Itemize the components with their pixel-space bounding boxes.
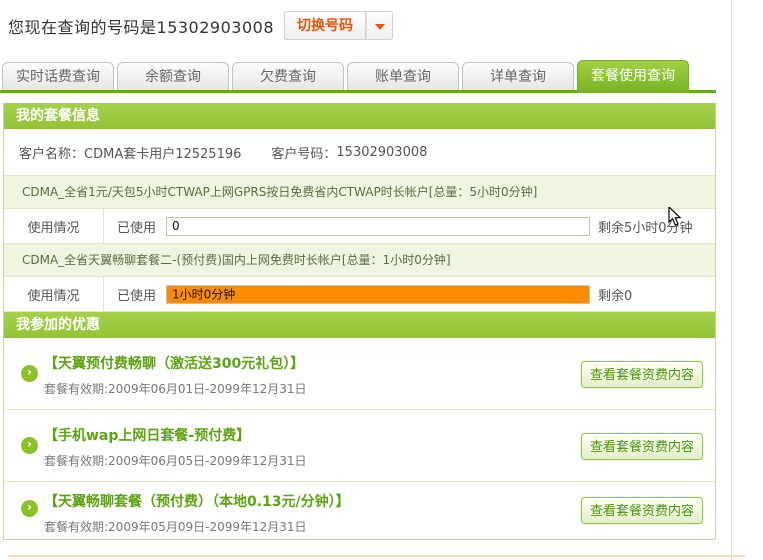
tab-bill[interactable]: 账单查询 xyxy=(347,62,459,90)
usage-used-value: 0 xyxy=(172,219,180,233)
query-prefix: 您现在查询的号码是 xyxy=(8,18,157,37)
my-promotions-header: 我参加的优惠 xyxy=(4,312,715,338)
used-label: 已使用 xyxy=(117,217,156,236)
promotion-row: › 【天翼预付费畅聊（激活送300元礼包）】 套餐有效期:2009年06月01日… xyxy=(4,338,715,410)
usage-label: 使用情况 xyxy=(4,209,104,243)
package-title: CDMA_全省1元/天包5小时CTWAP上网GPRS按日免费省内CTWAP时长帐… xyxy=(4,176,715,209)
tab-balance[interactable]: 余额查询 xyxy=(117,62,229,90)
tab-realtime-fee[interactable]: 实时话费查询 xyxy=(2,62,114,90)
usage-remaining: 剩余0 xyxy=(598,285,632,304)
tab-detail-bill[interactable]: 详单查询 xyxy=(462,62,574,90)
query-number: 15302903008 xyxy=(157,18,274,37)
usage-used-value: 1小时0分钟 xyxy=(172,286,235,303)
package-title: CDMA_全省天翼畅聊套餐二-(预付费)国内上网免费时长帐户[总量：1小时0分钟… xyxy=(4,244,715,277)
used-label: 已使用 xyxy=(117,285,156,304)
package-usage-panel: 我的套餐信息 客户名称：CDMA套卡用户12525196 客户号码：153029… xyxy=(3,103,716,540)
view-package-fees-button[interactable]: 查看套餐资费内容 xyxy=(581,361,703,388)
view-package-fees-button[interactable]: 查看套餐资费内容 xyxy=(581,433,703,460)
arrow-right-circle-icon: › xyxy=(21,500,38,517)
usage-progress-bar: 1小时0分钟 xyxy=(166,285,590,304)
customer-number-label: 客户号码： xyxy=(271,143,336,162)
customer-info-row: 客户名称：CDMA套卡用户12525196 客户号码：15302903008 xyxy=(4,129,715,176)
arrow-right-circle-icon: › xyxy=(21,437,38,454)
page-right-border xyxy=(731,0,732,560)
usage-progress-bar: 0 xyxy=(166,217,590,236)
query-number-text: 您现在查询的号码是15302903008 xyxy=(8,14,274,38)
footer-divider xyxy=(8,555,745,557)
customer-name-value: CDMA套卡用户12525196 xyxy=(84,143,241,162)
customer-number-value: 15302903008 xyxy=(336,145,427,160)
tab-package-usage[interactable]: 套餐使用查询 xyxy=(577,60,689,93)
usage-row: 使用情况 已使用 1小时0分钟 剩余0 xyxy=(4,277,715,312)
my-package-info-header: 我的套餐信息 xyxy=(4,103,715,129)
tab-arrears[interactable]: 欠费查询 xyxy=(232,62,344,90)
switch-number-group: 切换号码 xyxy=(284,11,393,40)
usage-row: 使用情况 已使用 0 剩余5小时0分钟 xyxy=(4,209,715,244)
query-header: 您现在查询的号码是15302903008 切换号码 xyxy=(8,11,393,40)
view-package-fees-button[interactable]: 查看套餐资费内容 xyxy=(581,497,703,524)
usage-remaining: 剩余5小时0分钟 xyxy=(598,217,693,236)
usage-label: 使用情况 xyxy=(4,277,104,311)
customer-name-label: 客户名称： xyxy=(19,143,84,162)
number-dropdown-button[interactable] xyxy=(366,11,393,40)
query-tabs: 实时话费查询 余额查询 欠费查询 账单查询 详单查询 套餐使用查询 xyxy=(2,62,689,93)
switch-number-button[interactable]: 切换号码 xyxy=(284,11,366,40)
promotion-row: › 【天翼畅聊套餐（预付费）（本地0.13元/分钟）】 套餐有效期:2009年0… xyxy=(4,482,715,539)
arrow-right-circle-icon: › xyxy=(21,365,38,382)
chevron-down-icon xyxy=(375,24,385,30)
promotion-row: › 【手机wap上网日套餐-预付费】 套餐有效期:2009年06月05日-209… xyxy=(4,410,715,482)
